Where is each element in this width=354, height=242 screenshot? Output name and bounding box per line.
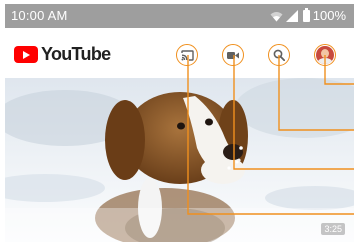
camera-icon: [227, 51, 239, 59]
status-bar: 10:00 AM 100%: [5, 4, 354, 28]
youtube-logo[interactable]: YouTube: [14, 44, 111, 65]
status-icons: 100%: [270, 7, 346, 23]
youtube-play-icon: [14, 46, 38, 63]
logo-text: YouTube: [41, 44, 111, 64]
phone-screen: 10:00 AM 100% YouTube 3:25: [5, 4, 354, 242]
video-duration-badge: 3:25: [321, 223, 345, 235]
status-time: 10:00 AM: [11, 8, 68, 23]
video-thumbnail[interactable]: 3:25: [5, 78, 354, 242]
account-button[interactable]: [314, 44, 336, 66]
search-icon: [273, 49, 285, 61]
cast-icon: [180, 49, 194, 61]
app-bar: YouTube: [5, 28, 354, 78]
battery-icon: [302, 7, 310, 22]
beagle-in-snow-image: [5, 78, 354, 242]
cast-button[interactable]: [176, 44, 198, 66]
wifi-icon: [270, 10, 283, 22]
upload-video-button[interactable]: [222, 44, 244, 66]
signal-icon: [285, 9, 298, 22]
search-button[interactable]: [268, 44, 290, 66]
account-avatar: [316, 46, 334, 64]
battery-percent: 100%: [312, 8, 346, 23]
